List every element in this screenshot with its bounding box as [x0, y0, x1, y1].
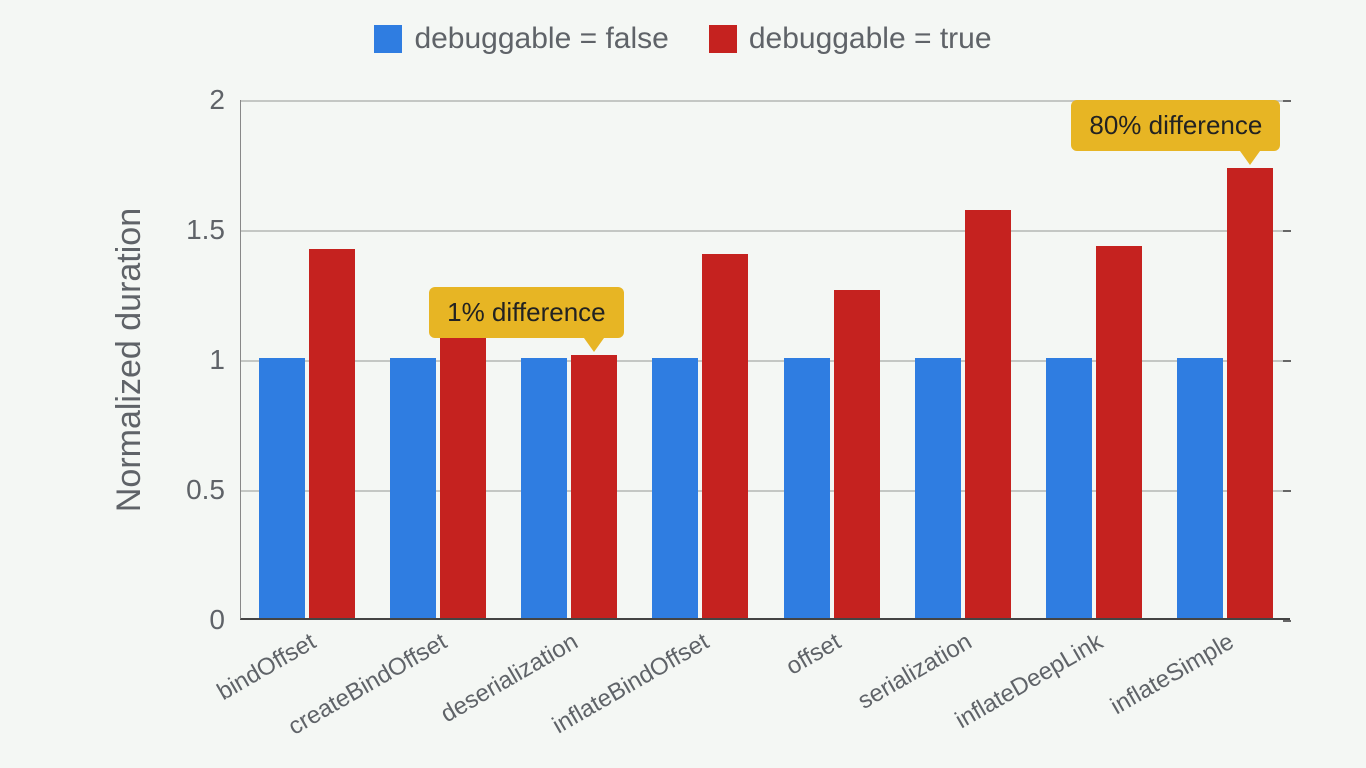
legend-item-series-0: debuggable = false: [374, 22, 668, 56]
y-tick-label: 2: [209, 84, 241, 116]
bar-chart-plot-area: 00.511.52bindOffsetcreateBindOffsetdeser…: [240, 100, 1290, 620]
bar-group: bindOffset: [241, 100, 372, 618]
bar-group: serialization: [897, 100, 1028, 618]
bar-series-1: [571, 355, 617, 618]
bar-group: inflateDeepLink: [1029, 100, 1160, 618]
bar-series-1: [1227, 168, 1273, 618]
bar-group: createBindOffset: [372, 100, 503, 618]
bar-series-0: [1046, 358, 1092, 618]
bar-series-1: [702, 254, 748, 618]
bar-series-0: [390, 358, 436, 618]
bar-group: inflateSimple: [1160, 100, 1291, 618]
bar-series-1: [440, 309, 486, 618]
annotation-callout: 1% difference: [429, 287, 624, 338]
bar-series-1: [965, 210, 1011, 618]
legend-swatch-0: [374, 25, 402, 53]
legend-label-1: debuggable = true: [749, 22, 992, 56]
x-tick-label: offset: [781, 628, 845, 681]
bar-series-0: [259, 358, 305, 618]
bar-group: deserialization: [504, 100, 635, 618]
bar-group: inflateBindOffset: [635, 100, 766, 618]
legend: debuggable = false debuggable = true: [0, 22, 1366, 56]
legend-item-series-1: debuggable = true: [709, 22, 992, 56]
x-tick-label: inflateSimple: [1106, 628, 1239, 721]
bar-series-1: [834, 290, 880, 618]
legend-label-0: debuggable = false: [414, 22, 668, 56]
x-tick-label: bindOffset: [212, 628, 320, 707]
bar-series-0: [521, 358, 567, 618]
bar-series-0: [915, 358, 961, 618]
x-tick-label: inflateDeepLink: [951, 628, 1108, 735]
bar-series-1: [309, 249, 355, 618]
x-tick-label: serialization: [853, 628, 977, 716]
y-axis-label: Normalized duration: [110, 208, 149, 512]
bar-series-0: [784, 358, 830, 618]
legend-swatch-1: [709, 25, 737, 53]
y-tick-label: 1: [209, 344, 241, 376]
bar-group: offset: [766, 100, 897, 618]
bar-series-0: [652, 358, 698, 618]
y-tick-label: 1.5: [186, 214, 241, 246]
annotation-callout: 80% difference: [1071, 100, 1280, 151]
y-tick-label: 0: [209, 604, 241, 636]
bar-series-0: [1177, 358, 1223, 618]
y-tick-label: 0.5: [186, 474, 241, 506]
bar-series-1: [1096, 246, 1142, 618]
